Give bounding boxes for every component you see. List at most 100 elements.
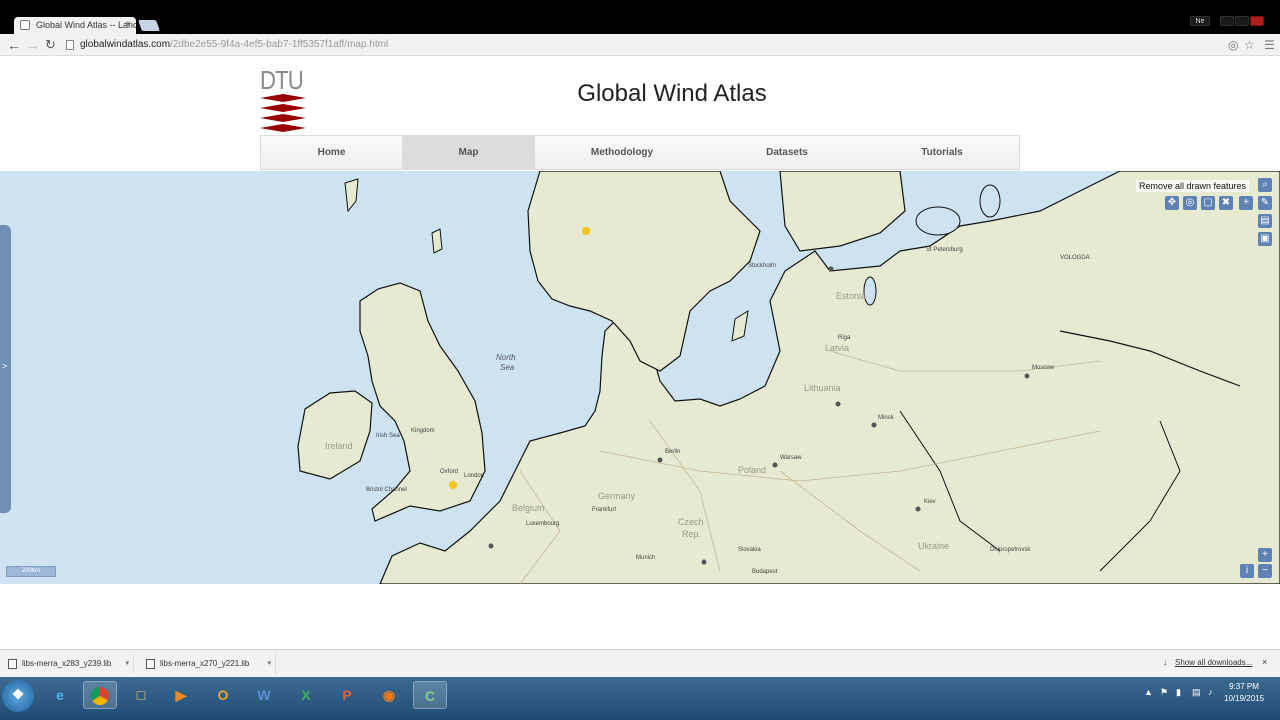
label-frankfurt: Frankfurt (592, 507, 617, 513)
show-hidden-icons[interactable]: ▲ (1144, 687, 1153, 697)
label-north-sea-1: North (496, 353, 516, 362)
zoom-in-button[interactable]: + (1258, 548, 1272, 562)
page-favicon-icon (20, 20, 30, 30)
menu-icon[interactable]: ☰ (1264, 38, 1275, 52)
label-st-petersburg: St Petersburg (926, 247, 963, 253)
internet-explorer-icon[interactable]: e (43, 681, 77, 709)
label-dnipropetrovsk: Dnipropetrovsk (990, 547, 1031, 553)
close-downloads-bar-icon[interactable]: × (1262, 657, 1267, 667)
label-slovakia: Slovakia (738, 547, 761, 553)
chrome-icon[interactable] (83, 681, 117, 709)
main-nav: Home Map Methodology Datasets Tutorials (260, 135, 1020, 170)
pan-tool-icon[interactable]: ✥ (1165, 196, 1179, 210)
remove-features-tooltip: Remove all drawn features (1136, 180, 1250, 192)
lake-ladoga (915, 206, 961, 236)
word-icon[interactable]: W (247, 681, 281, 709)
side-panel-toggle[interactable]: > (0, 225, 11, 513)
marker-uk[interactable] (449, 481, 457, 489)
new-tab-button[interactable] (137, 20, 161, 31)
label-germany: Germany (598, 491, 636, 501)
label-latvia: Latvia (825, 343, 850, 353)
network-icon[interactable]: ▤ (1192, 687, 1201, 698)
label-lithuania: Lithuania (804, 383, 841, 393)
label-czech: Czech (678, 517, 704, 527)
fullscreen-icon[interactable]: ▣ (1258, 232, 1272, 246)
terminal-app-icon[interactable]: C (413, 681, 447, 709)
nav-tutorials[interactable]: Tutorials (865, 136, 1019, 169)
start-button[interactable]: ❖ (2, 680, 34, 712)
url-path: /2dbe2e55-9f4a-4ef5-bab7-1ff5357f1aff/ma… (170, 39, 389, 50)
label-berlin: Berlin (665, 449, 681, 455)
chevron-down-icon[interactable]: ▾ (267, 654, 271, 674)
forward-arrow-icon[interactable]: → (26, 37, 40, 53)
battery-icon[interactable]: ▮ (1176, 687, 1181, 698)
bookmark-star-icon[interactable]: ☆ (1244, 38, 1255, 52)
wind-map[interactable]: North Sea Germany Poland Belgium Czech R… (0, 171, 1280, 584)
location-icon[interactable]: ◎ (1228, 38, 1238, 52)
label-munich: Munich (636, 555, 656, 561)
back-arrow-icon[interactable]: ← (7, 37, 21, 53)
system-clock[interactable]: 9:37 PM 10/19/2015 (1224, 681, 1264, 705)
minimize-button[interactable] (1220, 16, 1234, 26)
shetland (344, 178, 359, 213)
tab-close-icon[interactable]: × (125, 19, 131, 30)
layers-icon[interactable]: ▤ (1258, 214, 1272, 228)
profile-button[interactable]: Ne (1190, 16, 1210, 26)
close-window-button[interactable] (1250, 16, 1264, 26)
remove-features-icon[interactable]: ✖ (1219, 196, 1233, 210)
download-item[interactable]: libs-merra_x270_y221.lib ▾ (142, 654, 276, 674)
nav-map[interactable]: Map (402, 136, 535, 169)
maximize-button[interactable] (1235, 16, 1249, 26)
reload-icon[interactable]: ↻ (45, 37, 56, 53)
edit-pencil-icon[interactable]: ✎ (1258, 196, 1272, 210)
label-vologda: VOLOGDA (1060, 255, 1090, 261)
draw-circle-icon[interactable]: ◎ (1183, 196, 1197, 210)
dtu-logo[interactable]: DTU (260, 66, 306, 136)
label-ukraine: Ukraine (918, 541, 950, 551)
url-host: globalwindatlas.com (80, 39, 171, 50)
address-bar[interactable]: globalwindatlas.com/2dbe2e55-9f4a-4ef5-b… (62, 36, 1262, 54)
label-irish-sea: Irish Sea (376, 433, 400, 439)
logo-text: DTU (260, 65, 304, 95)
excel-icon[interactable]: X (289, 681, 323, 709)
draw-rectangle-icon[interactable]: ▢ (1201, 196, 1215, 210)
downloads-bar: libs-merra_x283_y239.lib ▾ libs-merra_x2… (0, 649, 1280, 677)
map-search-icon[interactable]: ⌕ (1258, 178, 1272, 192)
browser-tab[interactable]: Global Wind Atlas -- Lanc × (14, 17, 136, 34)
nav-methodology[interactable]: Methodology (535, 136, 709, 169)
marker-norway[interactable] (582, 227, 590, 235)
zoom-out-button[interactable]: − (1258, 564, 1272, 578)
scandinavia (527, 171, 761, 372)
outlook-icon[interactable]: O (206, 681, 240, 709)
media-player-icon[interactable]: ▶ (164, 681, 198, 709)
file-explorer-icon[interactable]: □ (124, 681, 158, 709)
dtu-emblem-icon (260, 94, 306, 132)
firefox-icon[interactable]: ◉ (372, 681, 406, 709)
label-riga: Riga (838, 335, 851, 341)
volume-icon[interactable]: ♪ (1208, 687, 1213, 697)
nav-datasets[interactable]: Datasets (709, 136, 865, 169)
info-icon[interactable]: i (1240, 564, 1254, 578)
nav-home[interactable]: Home (261, 136, 402, 169)
show-all-downloads-link[interactable]: Show all downloads... (1175, 658, 1252, 667)
faroe (431, 228, 443, 254)
label-stockholm: Stockholm (748, 263, 777, 269)
label-kiev: Kiev (924, 499, 936, 505)
map-canvas[interactable] (0, 171, 1280, 584)
lake-onega (979, 184, 1001, 218)
label-minsk: Minsk (878, 415, 894, 421)
map-scale-bar: 200km (6, 566, 56, 577)
add-point-icon[interactable]: + (1239, 196, 1253, 210)
clock-date: 10/19/2015 (1224, 694, 1265, 703)
chevron-down-icon[interactable]: ▾ (125, 654, 129, 674)
powerpoint-icon[interactable]: P (330, 681, 364, 709)
windows-taskbar: ❖ e □ ▶ O W X P ◉ C ▲ ⚑ ▮ ▤ ♪ 9:37 PM 10… (0, 677, 1280, 720)
label-ireland: Ireland (325, 441, 353, 451)
flag-icon[interactable]: ⚑ (1160, 687, 1168, 698)
browser-toolbar: ← → ↻ globalwindatlas.com/2dbe2e55-9f4a-… (0, 34, 1280, 56)
tab-title: Global Wind Atlas -- Lanc (36, 20, 136, 30)
great-britain (359, 282, 486, 522)
clock-time: 9:37 PM (1229, 682, 1259, 691)
side-panel-arrow-icon: > (2, 361, 8, 371)
download-item[interactable]: libs-merra_x283_y239.lib ▾ (4, 654, 134, 674)
